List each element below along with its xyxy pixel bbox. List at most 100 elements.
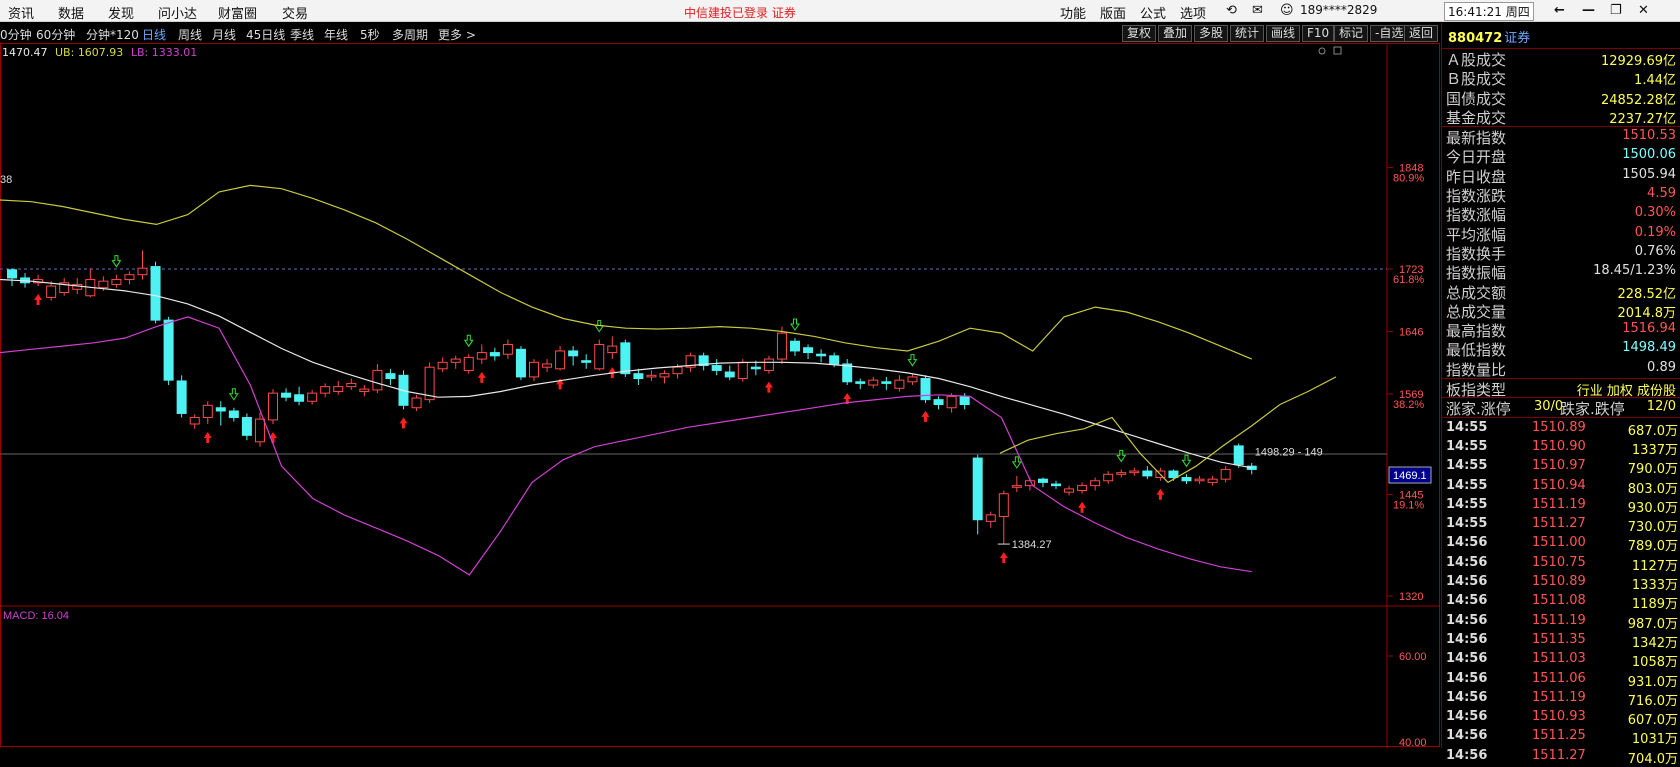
toolbar-button-4[interactable]: 画线	[1266, 25, 1301, 42]
toolbar-button-6[interactable]: 标记	[1334, 25, 1369, 42]
tick-row[interactable]: 14:56 1511.27 704.0万	[1442, 746, 1680, 767]
kline-chart-svg[interactable]: 18481723164615691445132080.9%61.8%38.2%1…	[0, 43, 1440, 748]
period-tab-11[interactable]: 更多 >	[438, 26, 476, 43]
tick-time: 14:55	[1446, 477, 1488, 493]
period-tab-3[interactable]: 日线	[142, 26, 166, 43]
tick-row[interactable]: 14:56 1511.19 716.0万	[1442, 688, 1680, 709]
toolbar-button-2[interactable]: 多股	[1194, 25, 1229, 42]
candle	[163, 316, 174, 386]
candle-body	[111, 279, 122, 285]
tick-row[interactable]: 14:55 1510.94 803.0万	[1442, 476, 1680, 497]
tick-row[interactable]: 14:56 1511.06 931.0万	[1442, 669, 1680, 690]
toolbar-button-5[interactable]: F10	[1302, 25, 1335, 42]
candle-body	[215, 407, 226, 412]
candle	[1194, 475, 1205, 485]
stat-value: 1500.06	[1622, 147, 1676, 163]
period-tab-0[interactable]: 0分钟	[0, 26, 32, 43]
candle-body	[829, 355, 840, 365]
candle-body	[646, 374, 657, 378]
tick-row[interactable]: 14:56 1511.25 1031万	[1442, 726, 1680, 747]
toolbar-button-3[interactable]: 统计	[1230, 25, 1265, 42]
tick-row[interactable]: 14:55 1510.89 687.0万	[1442, 418, 1680, 439]
user-icon[interactable]: ☺	[1280, 3, 1294, 18]
toolbar-button-1[interactable]: 叠加	[1158, 25, 1193, 42]
tick-price: 1511.06	[1532, 670, 1586, 686]
tick-row[interactable]: 14:56 1511.35 1342万	[1442, 630, 1680, 651]
candle-body	[333, 386, 344, 393]
menu-ask[interactable]: 问小达	[158, 3, 197, 22]
candle	[1233, 443, 1244, 468]
tick-row[interactable]: 14:56 1511.03 1058万	[1442, 649, 1680, 670]
tick-row[interactable]: 14:56 1511.19 987.0万	[1442, 611, 1680, 632]
index-stats: 最新指数 1510.53 今日开盘 1500.06 昨日收盘 1505.94 指数涨跌 4.5…	[1442, 127, 1680, 380]
candle	[1090, 477, 1101, 491]
sell-arrow-icon	[1116, 449, 1127, 463]
tick-list[interactable]: 14:55 1510.89 687.0万 14:55 1510.90 1337万 14:55…	[1442, 418, 1680, 767]
tick-row[interactable]: 14:56 1511.00 789.0万	[1442, 533, 1680, 554]
menu-news[interactable]: 资讯	[8, 3, 34, 22]
candle-body	[189, 416, 200, 425]
period-tab-10[interactable]: 多周期	[392, 26, 428, 43]
menu-data[interactable]: 数据	[58, 3, 84, 22]
period-tab-6[interactable]: 45日线	[246, 26, 285, 43]
period-tab-2[interactable]: 分钟*120	[86, 26, 139, 43]
account-id[interactable]: 189****2829	[1300, 3, 1377, 17]
tick-row[interactable]: 14:55 1511.27 730.0万	[1442, 514, 1680, 535]
menu-trade[interactable]: 交易	[282, 3, 308, 22]
candle-body	[803, 347, 814, 354]
candle	[411, 394, 422, 411]
candle-body	[1011, 485, 1022, 488]
tick-row[interactable]: 14:55 1510.90 1337万	[1442, 437, 1680, 458]
tick-row[interactable]: 14:56 1510.93 607.0万	[1442, 707, 1680, 728]
candle	[1207, 475, 1218, 486]
period-tab-9[interactable]: 5秒	[360, 26, 380, 43]
candle	[346, 378, 357, 390]
period-tab-8[interactable]: 年线	[324, 26, 348, 43]
toolbar-button-7[interactable]: -自选	[1370, 25, 1409, 42]
minimize-icon[interactable]: —	[1582, 3, 1595, 18]
tick-volume: 930.0万	[1627, 500, 1678, 516]
back-icon[interactable]: ←	[1554, 3, 1565, 18]
tick-row[interactable]: 14:56 1510.75 1127万	[1442, 553, 1680, 574]
top-option-2[interactable]: 公式	[1140, 3, 1166, 22]
candle	[59, 277, 70, 296]
candle	[1129, 467, 1140, 476]
top-option-3[interactable]: 选项	[1180, 3, 1206, 22]
tick-row[interactable]: 14:56 1510.89 1333万	[1442, 572, 1680, 593]
period-tab-4[interactable]: 周线	[178, 26, 202, 43]
tick-row[interactable]: 14:56 1511.08 1189万	[1442, 591, 1680, 612]
tick-price: 1510.90	[1532, 438, 1586, 454]
toolbar-button-8[interactable]: 返回	[1404, 25, 1439, 42]
close-icon[interactable]: ✕	[1638, 3, 1649, 18]
stat-label: Ａ股成交	[1446, 51, 1507, 69]
stat-label: 指数振幅	[1446, 264, 1507, 283]
period-tab-1[interactable]: 60分钟	[36, 26, 75, 43]
tick-volume: 931.0万	[1627, 674, 1678, 690]
candle-body	[450, 358, 461, 363]
period-tab-7[interactable]: 季线	[290, 26, 314, 43]
tick-row[interactable]: 14:55 1511.19 930.0万	[1442, 495, 1680, 516]
tick-price: 1510.89	[1532, 574, 1586, 590]
stat-value: 12929.69亿	[1600, 54, 1676, 69]
tick-row[interactable]: 14:55 1510.97 790.0万	[1442, 456, 1680, 477]
menu-circle[interactable]: 财富圈	[218, 3, 257, 22]
tick-price: 1511.27	[1532, 747, 1586, 763]
stat-row: 国债成交 24852.28亿	[1442, 88, 1680, 108]
refresh-icon[interactable]: ⟲	[1226, 3, 1237, 18]
buy-arrow-icon	[203, 431, 212, 443]
period-tab-5[interactable]: 月线	[212, 26, 236, 43]
candle-body	[1142, 470, 1153, 477]
candle-body	[307, 392, 318, 402]
stat-label: 指数换手	[1446, 244, 1507, 263]
candle	[1103, 471, 1114, 485]
message-icon[interactable]: ✉	[1252, 3, 1263, 18]
menu-discover[interactable]: 发现	[108, 3, 134, 22]
toolbar-button-0[interactable]: 复权	[1122, 25, 1157, 42]
candle	[1037, 477, 1048, 488]
candle	[698, 352, 709, 371]
restore-icon[interactable]: ❐	[1610, 3, 1622, 18]
top-option-1[interactable]: 版面	[1100, 3, 1126, 22]
top-option-0[interactable]: 功能	[1060, 3, 1086, 22]
candle	[1064, 485, 1075, 496]
kline-chart-area[interactable]: 1848 1723 1646 1569 1445 1320 80.9% 61.8% 38.2% 1…	[0, 43, 1440, 748]
